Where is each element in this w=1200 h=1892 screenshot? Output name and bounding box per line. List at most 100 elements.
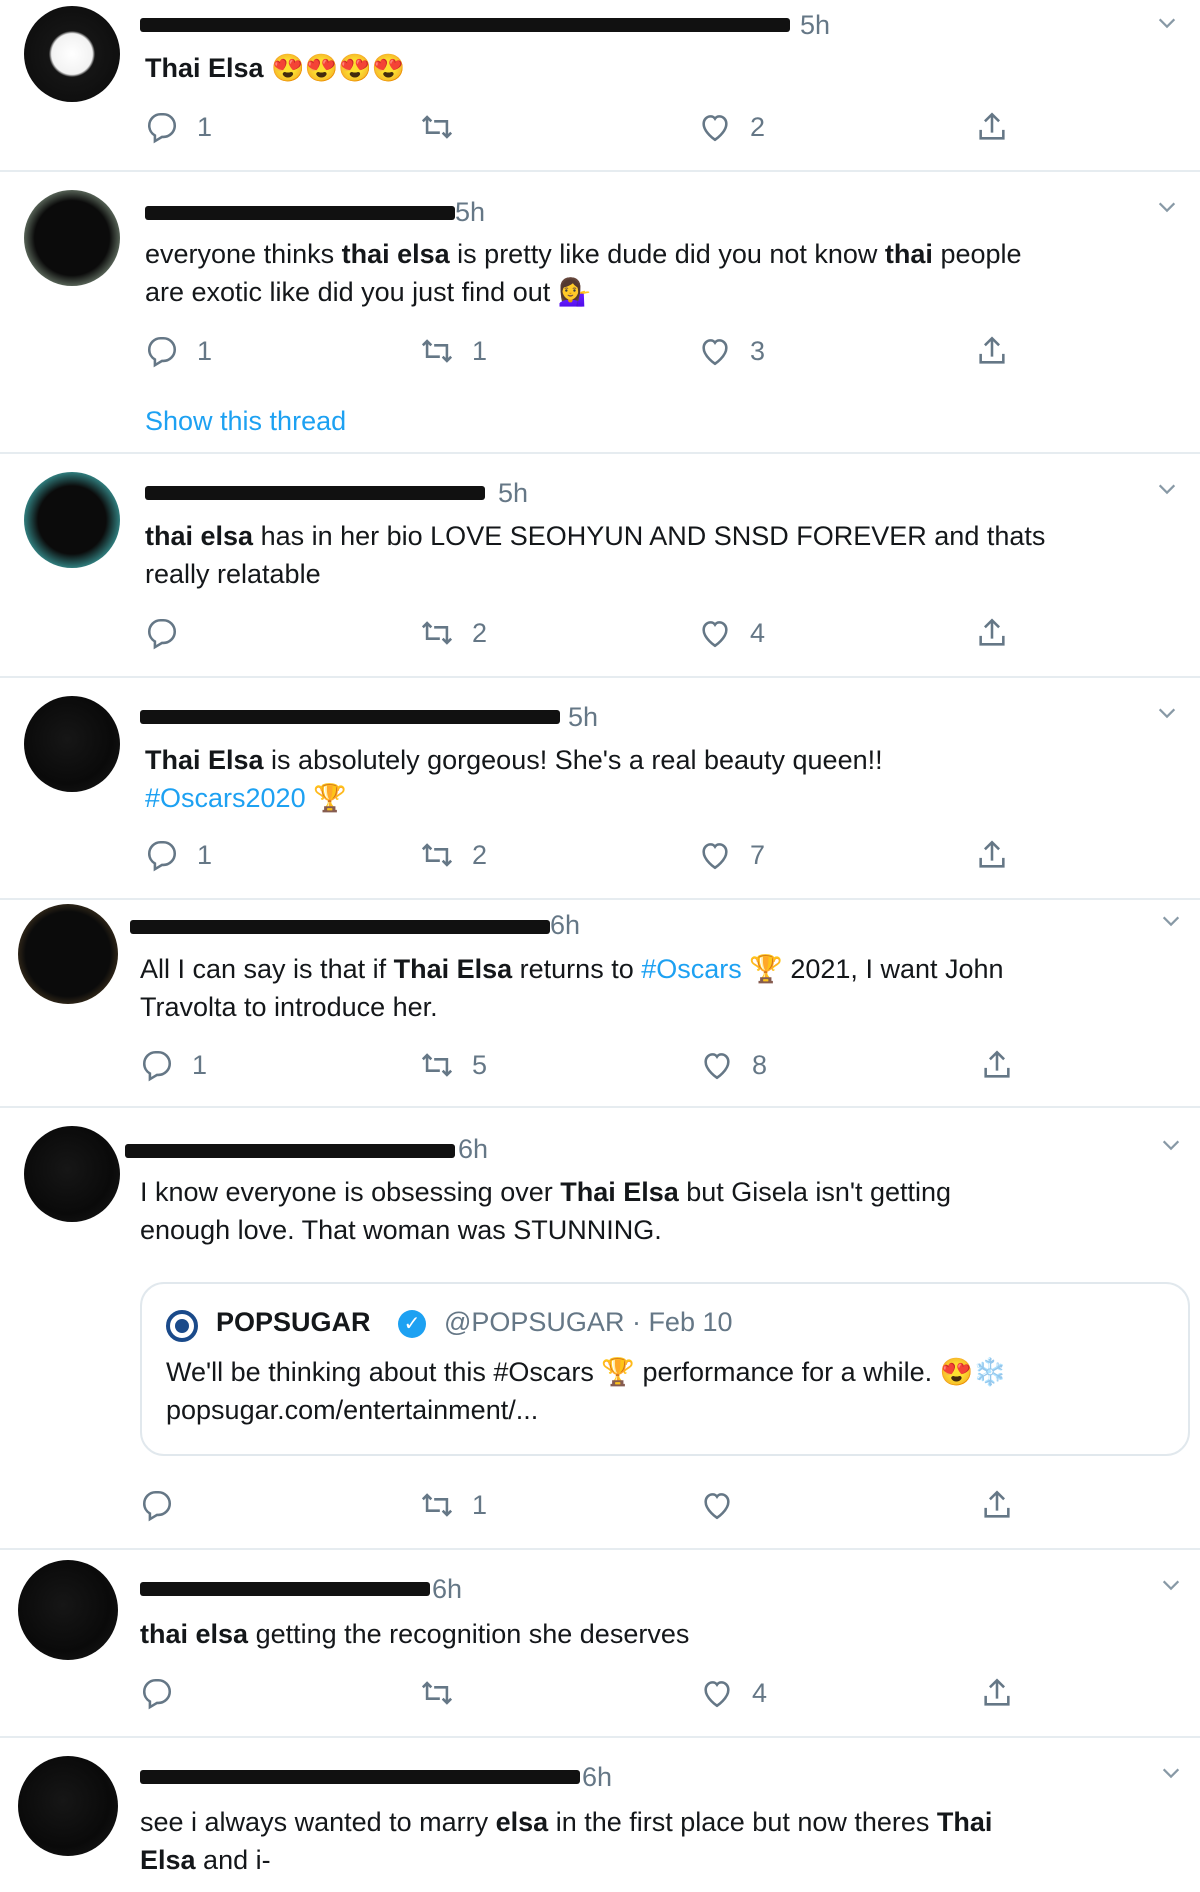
avatar[interactable] [24,1126,120,1222]
chevron-down-icon[interactable] [1156,196,1178,218]
retweet-icon [421,1053,453,1077]
share-button[interactable] [975,838,1009,872]
heart-icon [702,115,728,142]
chevron-down-icon[interactable] [1156,12,1178,34]
reply-button[interactable]: 1 [145,110,212,144]
avatar[interactable] [24,6,120,102]
like-button[interactable] [700,1488,752,1522]
tweet-text-line-1: thai elsa getting the recognition she de… [140,1619,690,1649]
retweet-icon [421,339,453,363]
reply-icon [147,336,177,368]
like-button[interactable]: 4 [700,1676,767,1710]
avatar[interactable] [24,696,120,792]
retweet-button[interactable] [420,1676,472,1710]
chevron-down-icon[interactable] [1160,1574,1182,1596]
reply-icon [142,1490,172,1522]
tweet-text-line-2: are exotic like did you just find out 💁‍… [145,277,592,307]
like-button[interactable]: 2 [698,110,765,144]
share-icon [984,1678,1010,1706]
retweet-button[interactable]: 1 [420,334,487,368]
share-button[interactable] [975,110,1009,144]
reply-icon [147,618,177,650]
share-button[interactable] [975,334,1009,368]
like-count: 4 [750,617,766,648]
share-icon [984,1050,1010,1078]
share-icon [979,112,1005,140]
redacted-username [145,206,455,220]
like-button[interactable]: 3 [698,334,765,368]
tweet-text-line-1: everyone thinks thai elsa is pretty like… [145,239,1022,269]
tweet-time: 5h [455,197,486,227]
quoted-tweet[interactable]: POPSUGAR ✓ @POPSUGAR · Feb 10 We'll be t… [140,1282,1190,1456]
retweet-button[interactable]: 1 [420,1488,487,1522]
tweet-time: 5h [800,10,831,40]
retweet-button[interactable]: 2 [420,838,487,872]
reply-button[interactable] [140,1488,192,1522]
reply-icon [142,1678,172,1710]
reply-count: 1 [197,839,213,870]
like-count: 4 [752,1677,768,1708]
heart-icon [702,843,728,870]
share-button[interactable] [980,1676,1014,1710]
quoted-link[interactable]: popsugar.com/entertainment/... [166,1394,538,1427]
chevron-down-icon[interactable] [1156,478,1178,500]
avatar[interactable] [18,1756,118,1856]
chevron-down-icon[interactable] [1160,1762,1182,1784]
quoted-text: We'll be thinking about this #Oscars 🏆 p… [166,1357,1007,1387]
retweet-icon [421,1493,453,1517]
heart-icon [704,1493,730,1520]
show-thread-link[interactable]: Show this thread [145,406,346,437]
tweet-time: 6h [550,910,581,940]
share-button[interactable] [980,1488,1014,1522]
retweet-count: 2 [472,617,488,648]
avatar[interactable] [24,190,120,286]
divider [0,1548,1200,1550]
verified-badge-icon: ✓ [398,1310,426,1338]
like-button[interactable]: 4 [698,616,765,650]
share-button[interactable] [975,616,1009,650]
like-button[interactable]: 7 [698,838,765,872]
quoted-author-name: POPSUGAR [216,1307,371,1337]
retweet-icon [421,1681,453,1705]
share-button[interactable] [980,1048,1014,1082]
chevron-down-icon[interactable] [1160,1134,1182,1156]
retweet-button[interactable]: 2 [420,616,487,650]
retweet-button[interactable] [420,110,472,144]
reply-button[interactable]: 1 [145,838,212,872]
reply-button[interactable]: 1 [145,334,212,368]
avatar[interactable] [18,1560,118,1660]
like-button[interactable]: 8 [700,1048,767,1082]
share-icon [984,1490,1010,1518]
tweet-time: 6h [582,1762,613,1792]
reply-button[interactable] [140,1676,192,1710]
share-icon [979,840,1005,868]
retweet-count: 1 [472,335,488,366]
hashtag-link[interactable]: #Oscars2020 [145,783,306,813]
redacted-username [125,1144,455,1158]
share-icon [979,336,1005,364]
tweet-text-line-1: thai elsa has in her bio LOVE SEOHYUN AN… [145,521,1046,551]
retweet-icon [421,621,453,645]
divider [0,1736,1200,1738]
reply-count: 1 [192,1049,208,1080]
tweet-text-line-2: really relatable [145,559,321,589]
retweet-count: 5 [472,1049,488,1080]
avatar[interactable] [24,472,120,568]
retweet-count: 1 [472,1489,488,1520]
retweet-button[interactable]: 5 [420,1048,487,1082]
hashtag-link[interactable]: #Oscars [641,954,742,984]
tweet-text-line-2: enough love. That woman was STUNNING. [140,1215,662,1245]
chevron-down-icon[interactable] [1156,702,1178,724]
chevron-down-icon[interactable] [1160,910,1182,932]
tweet-time: 6h [432,1574,463,1604]
reply-count: 1 [197,111,213,142]
reply-count: 1 [197,335,213,366]
tweet-time: 6h [458,1134,489,1164]
reply-button[interactable]: 1 [140,1048,207,1082]
like-count: 7 [750,839,766,870]
redacted-username [140,1770,580,1784]
reply-button[interactable] [145,616,197,650]
avatar[interactable] [18,904,118,1004]
tweet-text: Thai Elsa 😍😍😍😍 [145,53,406,83]
reply-icon [142,1050,172,1082]
